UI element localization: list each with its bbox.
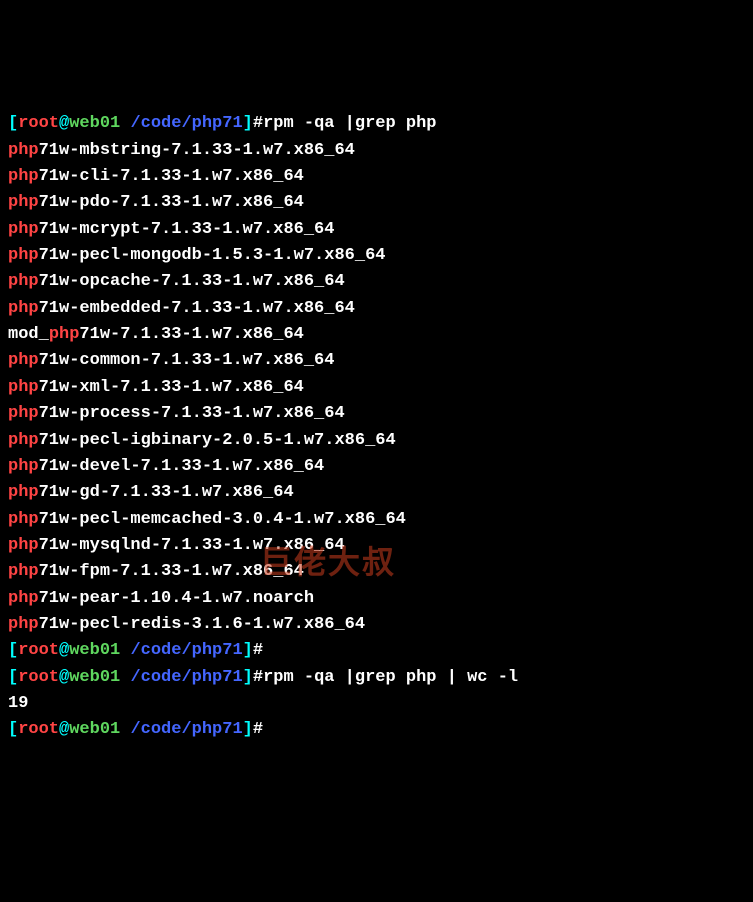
package-line: php71w-fpm-7.1.33-1.w7.x86_64 bbox=[8, 559, 745, 585]
package-line: php71w-gd-7.1.33-1.w7.x86_64 bbox=[8, 480, 745, 506]
package-line: php71w-pecl-redis-3.1.6-1.w7.x86_64 bbox=[8, 612, 745, 638]
package-line: php71w-opcache-7.1.33-1.w7.x86_64 bbox=[8, 269, 745, 295]
package-line: php71w-cli-7.1.33-1.w7.x86_64 bbox=[8, 164, 745, 190]
package-line: php71w-pdo-7.1.33-1.w7.x86_64 bbox=[8, 190, 745, 216]
package-line: php71w-common-7.1.33-1.w7.x86_64 bbox=[8, 348, 745, 374]
prompt-line: [root@web01 /code/php71]#rpm -qa |grep p… bbox=[8, 665, 745, 691]
package-line: php71w-devel-7.1.33-1.w7.x86_64 bbox=[8, 454, 745, 480]
package-line: php71w-mysqlnd-7.1.33-1.w7.x86_64 bbox=[8, 533, 745, 559]
prompt-line: [root@web01 /code/php71]# bbox=[8, 638, 745, 664]
terminal-output[interactable]: [root@web01 /code/php71]#rpm -qa |grep p… bbox=[8, 111, 745, 743]
package-line: php71w-mbstring-7.1.33-1.w7.x86_64 bbox=[8, 138, 745, 164]
package-line: php71w-embedded-7.1.33-1.w7.x86_64 bbox=[8, 296, 745, 322]
package-line: php71w-pecl-mongodb-1.5.3-1.w7.x86_64 bbox=[8, 243, 745, 269]
package-line: mod_php71w-7.1.33-1.w7.x86_64 bbox=[8, 322, 745, 348]
prompt-line: [root@web01 /code/php71]# bbox=[8, 717, 745, 743]
package-line: php71w-pecl-igbinary-2.0.5-1.w7.x86_64 bbox=[8, 428, 745, 454]
package-line: php71w-pear-1.10.4-1.w7.noarch bbox=[8, 586, 745, 612]
package-line: php71w-xml-7.1.33-1.w7.x86_64 bbox=[8, 375, 745, 401]
package-line: php71w-process-7.1.33-1.w7.x86_64 bbox=[8, 401, 745, 427]
package-line: php71w-pecl-memcached-3.0.4-1.w7.x86_64 bbox=[8, 507, 745, 533]
prompt-line: [root@web01 /code/php71]#rpm -qa |grep p… bbox=[8, 111, 745, 137]
package-line: php71w-mcrypt-7.1.33-1.w7.x86_64 bbox=[8, 217, 745, 243]
output-line: 19 bbox=[8, 691, 745, 717]
